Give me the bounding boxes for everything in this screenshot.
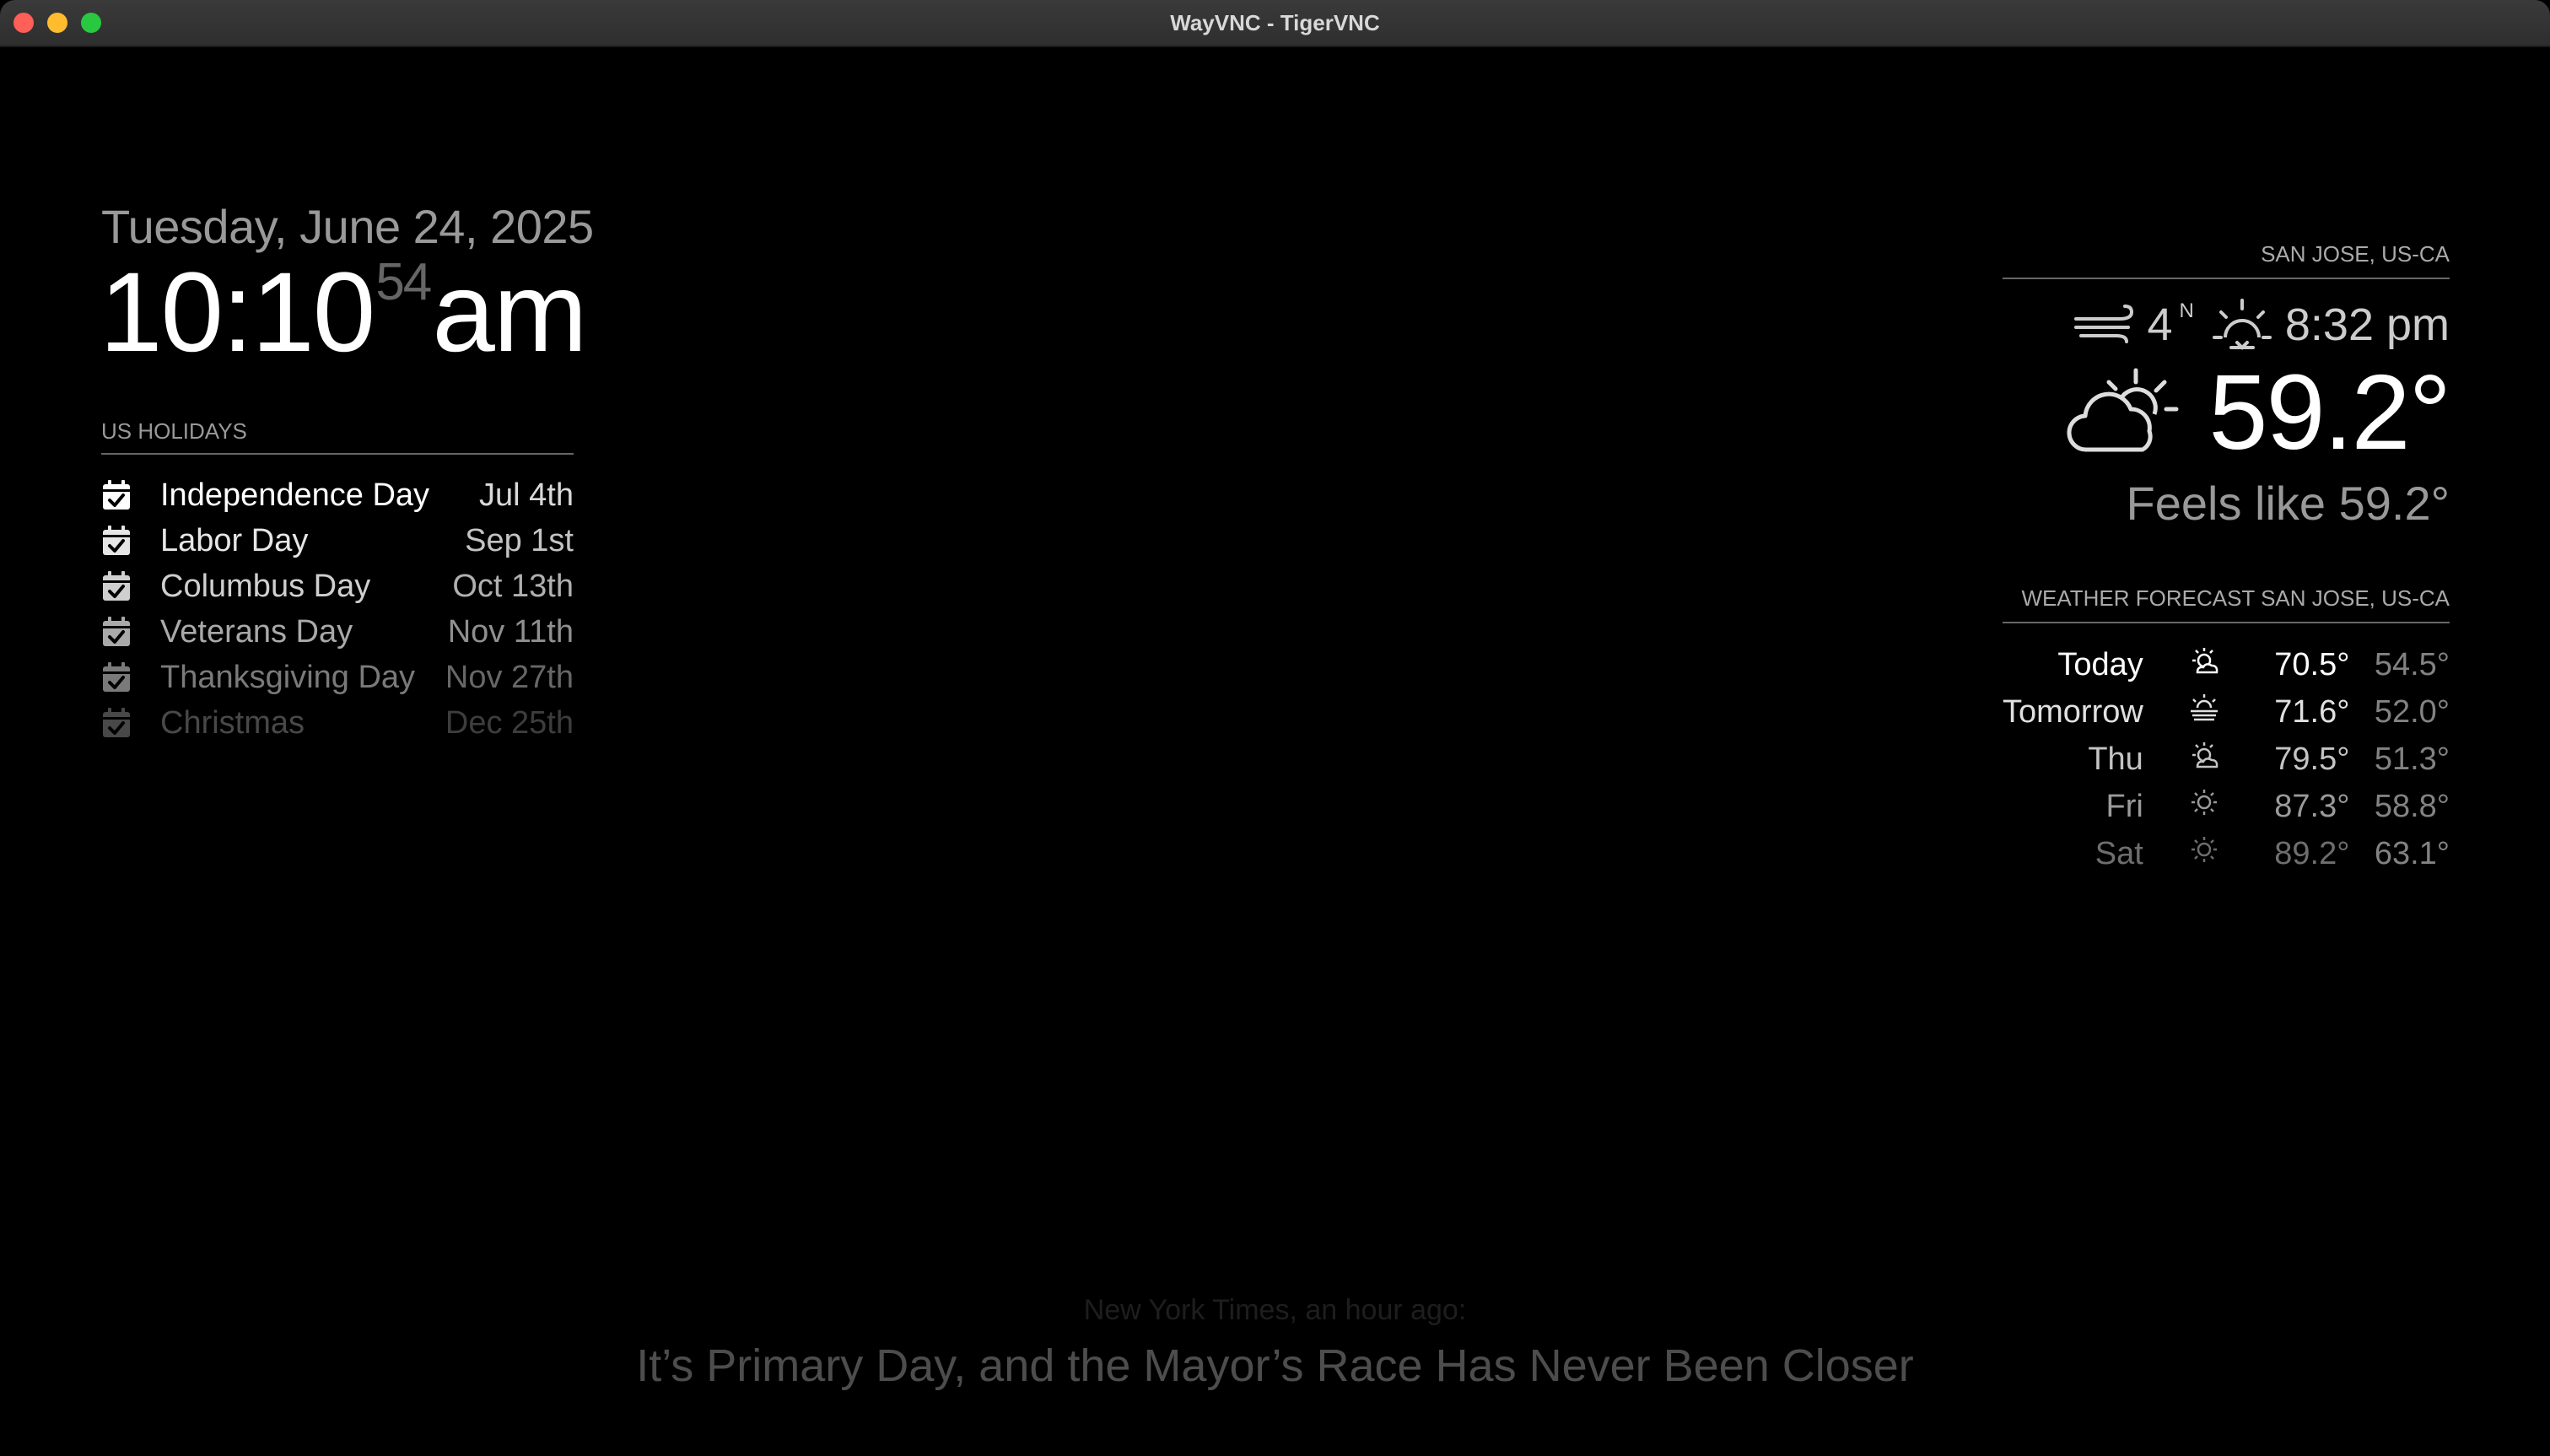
holiday-item: Veterans Day Nov 11th: [101, 609, 574, 655]
clock-date: Tuesday, June 24, 2025: [101, 200, 594, 253]
wind-speed: 4: [2147, 299, 2173, 350]
holiday-date: Oct 13th: [452, 568, 574, 604]
partly-cloudy-day-icon: [2067, 368, 2179, 452]
compliment-text: [590, 925, 1957, 1043]
holiday-name: Labor Day: [160, 522, 309, 558]
wind-icon: [2074, 305, 2134, 343]
forecast-day: Sat: [2094, 835, 2143, 871]
forecast-table: Today 70.5° 54.5° Tomorrow 71.6° 52.0° Thu 79.5…: [2003, 641, 2450, 877]
holiday-name: Thanksgiving Day: [160, 659, 416, 695]
current-temperature: 59.2°: [2208, 353, 2451, 472]
sunset-time: 8:32 pm: [2284, 299, 2450, 350]
clock-hours-minutes: 10:10: [100, 250, 375, 375]
forecast-row: Today 70.5° 54.5°: [2003, 641, 2450, 688]
sun-icon: [2191, 790, 2218, 815]
current-weather-header: SAN JOSE, US-CA: [2003, 241, 2450, 279]
holiday-date: Nov 27th: [445, 659, 574, 695]
forecast-day: Tomorrow: [2003, 693, 2143, 730]
forecast-row: Fri 87.3° 58.8°: [2003, 783, 2450, 830]
holiday-name: Columbus Day: [160, 568, 371, 604]
news-headline: It’s Primary Day, and the Mayor’s Race H…: [636, 1340, 1914, 1391]
holiday-name: Veterans Day: [160, 613, 353, 650]
calendar-check-icon: [103, 571, 130, 601]
sunset-icon: [2212, 299, 2272, 350]
forecast-high: 70.5°: [2274, 646, 2350, 682]
sun-haze-icon: [2191, 694, 2218, 721]
holiday-date: Jul 4th: [479, 477, 574, 513]
current-temperature-row: 59.2°: [2058, 351, 2451, 473]
forecast-row: Thu 79.5° 51.3°: [2003, 736, 2450, 783]
holiday-item: Thanksgiving Day Nov 27th: [101, 655, 574, 700]
mirror-display: Tuesday, June 24, 2025 10:1054am US HOLI…: [0, 47, 2550, 1456]
forecast-icon-cell: [2143, 783, 2266, 830]
holiday-item: Christmas Dec 25th: [101, 700, 574, 746]
clock-time: 10:1054am: [100, 253, 587, 369]
wind-sunset-row: 4 N 8:32 pm: [2058, 295, 2450, 354]
forecast-icon-cell: [2143, 736, 2266, 783]
sun-icon: [2191, 837, 2218, 862]
forecast-day: Fri: [2105, 788, 2143, 824]
forecast-icon-cell: [2143, 641, 2266, 688]
holiday-date: Dec 25th: [445, 704, 574, 741]
forecast-low: 51.3°: [2374, 741, 2450, 777]
feels-like: Feels like 59.2°: [2126, 477, 2450, 530]
forecast-high: 87.3°: [2274, 788, 2350, 824]
title-bar[interactable]: WayVNC - TigerVNC: [0, 0, 2550, 47]
calendar-check-icon: [103, 708, 130, 737]
news-source: New York Times, an hour ago:: [1083, 1294, 1467, 1326]
forecast-row: Tomorrow 71.6° 52.0°: [2003, 688, 2450, 736]
calendar-check-icon: [103, 617, 130, 646]
forecast-day: Today: [2057, 646, 2143, 682]
forecast-high: 71.6°: [2274, 693, 2350, 730]
forecast-low: 63.1°: [2374, 835, 2450, 871]
holiday-date: Sep 1st: [465, 522, 574, 558]
holiday-name: Christmas: [160, 704, 305, 741]
forecast-low: 58.8°: [2374, 788, 2450, 824]
forecast-icon-cell: [2143, 830, 2266, 877]
calendar-check-icon: [103, 480, 130, 510]
forecast-high: 89.2°: [2274, 835, 2350, 871]
holiday-name: Independence Day: [160, 477, 430, 513]
window-title: WayVNC - TigerVNC: [1170, 10, 1380, 35]
holiday-date: Nov 11th: [447, 613, 574, 650]
holiday-item: Independence Day Jul 4th: [101, 472, 574, 518]
clock-seconds: 54: [375, 253, 432, 311]
forecast-icon-cell: [2143, 688, 2266, 736]
vnc-window: WayVNC - TigerVNC Tuesday, June 24, 2025…: [0, 0, 2550, 1456]
holiday-item: Labor Day Sep 1st: [101, 518, 574, 564]
calendar-check-icon: [103, 662, 130, 692]
holiday-item: Columbus Day Oct 13th: [101, 564, 574, 609]
holidays-header: US HOLIDAYS: [101, 418, 574, 455]
sun-cloud-icon: [2192, 648, 2218, 674]
forecast-high: 79.5°: [2274, 741, 2350, 777]
clock-period: am: [432, 250, 587, 375]
forecast-header: WEATHER FORECAST SAN JOSE, US-CA: [2003, 585, 2450, 623]
sun-cloud-icon: [2192, 742, 2218, 768]
forecast-row: Sat 89.2° 63.1°: [2003, 830, 2450, 877]
holiday-list: Independence Day Jul 4th Labor Day Sep 1st C…: [101, 472, 574, 746]
calendar-check-icon: [103, 526, 130, 555]
forecast-day: Thu: [2088, 741, 2143, 777]
forecast-low: 52.0°: [2374, 693, 2450, 730]
wind-direction: N: [2179, 299, 2194, 322]
forecast-low: 54.5°: [2374, 646, 2450, 682]
